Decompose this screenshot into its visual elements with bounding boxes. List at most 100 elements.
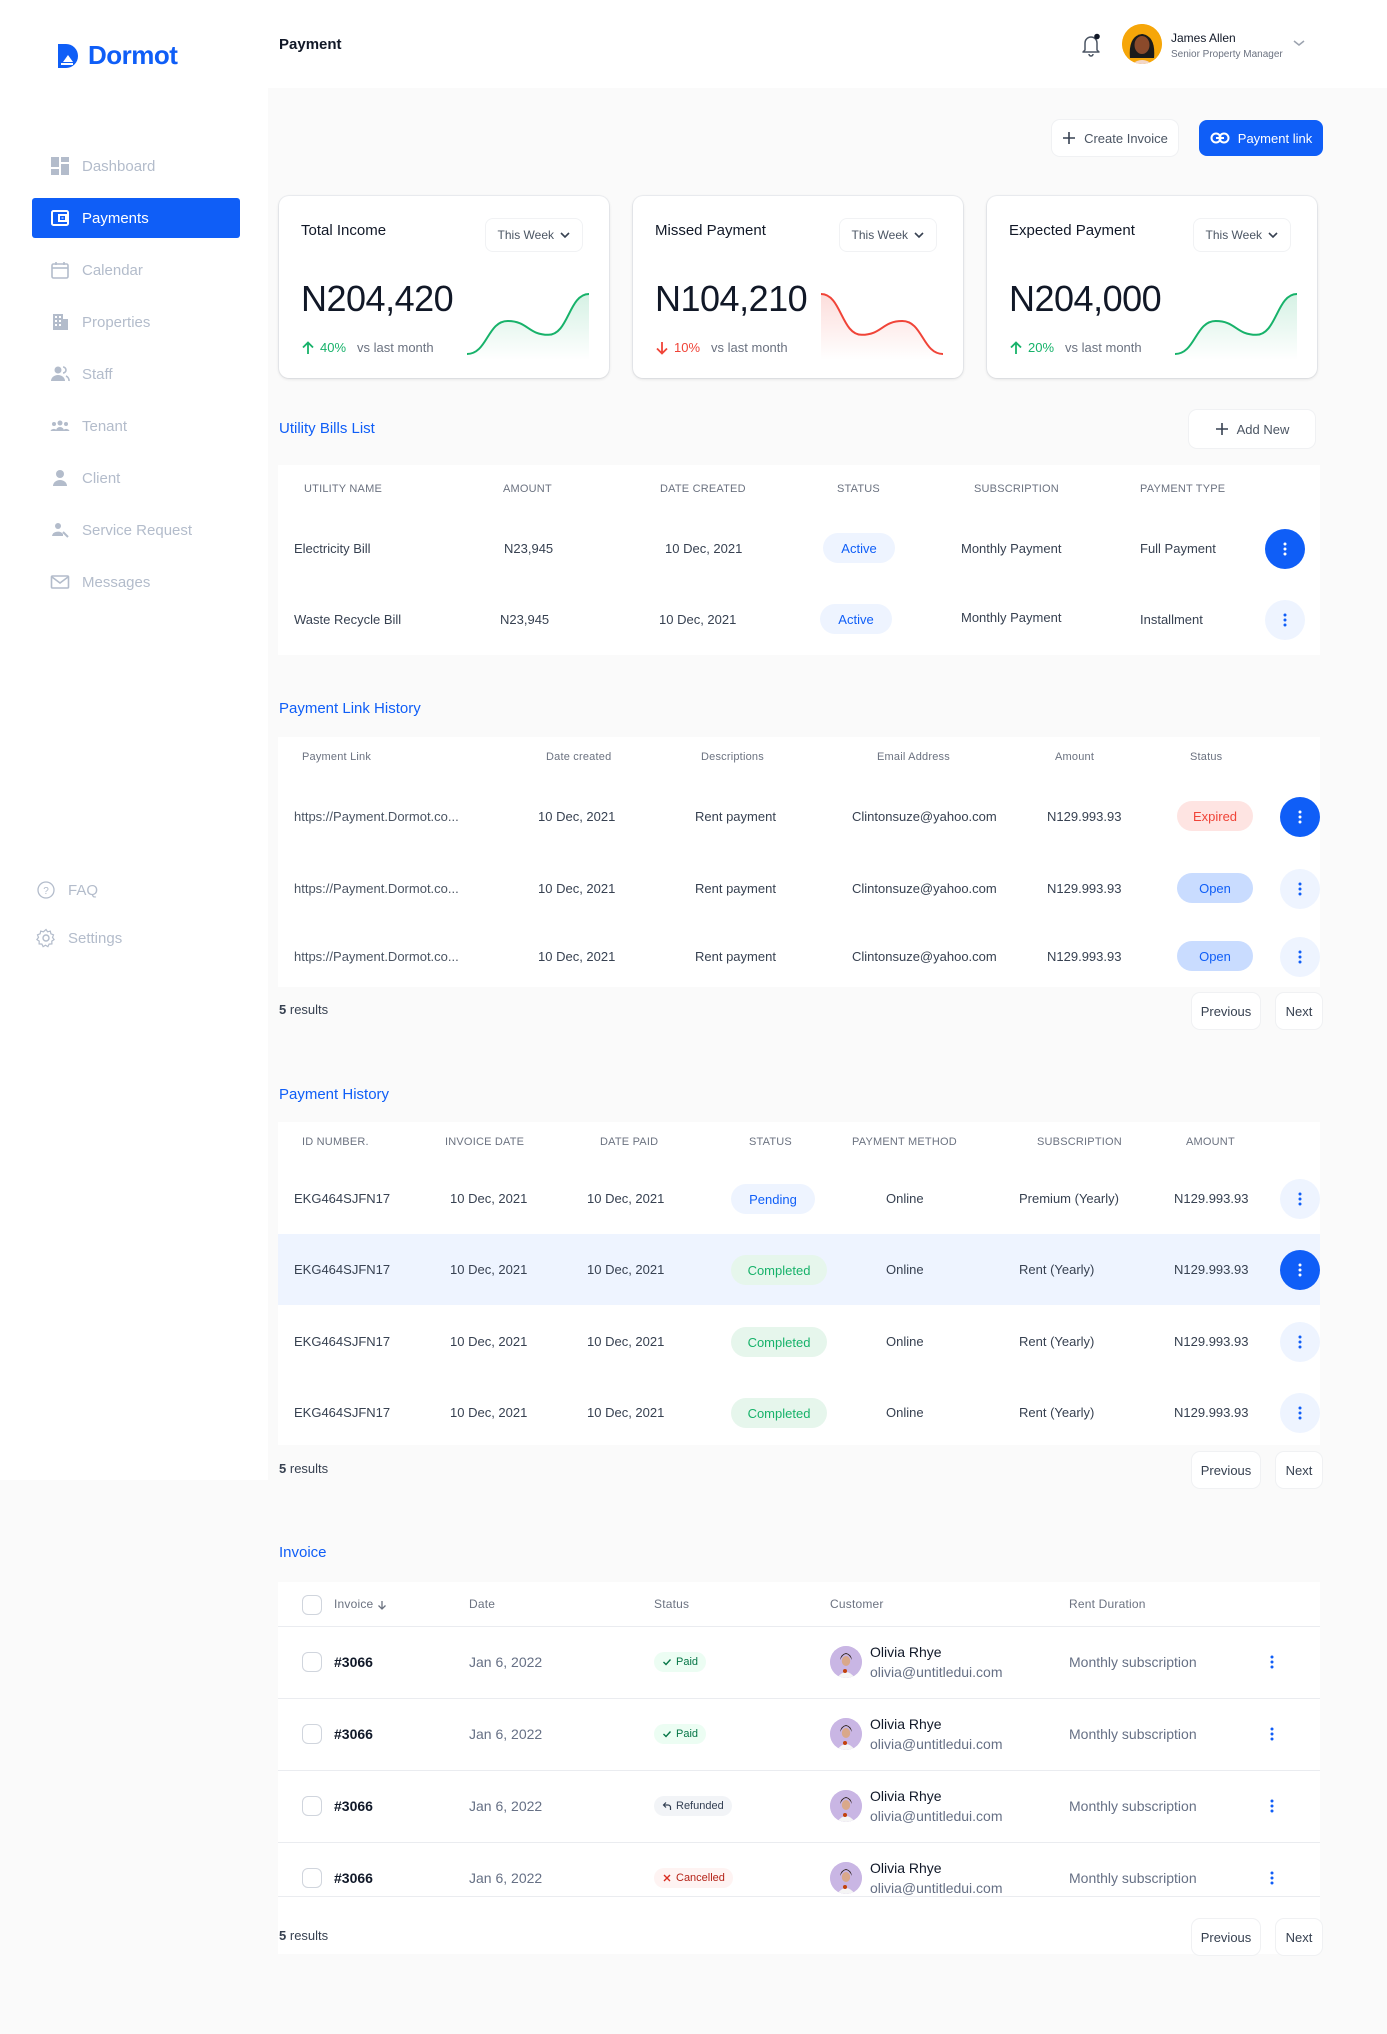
user-role: Senior Property Manager: [1171, 49, 1283, 60]
link-description: Rent payment: [695, 809, 776, 824]
customer-avatar: [830, 1790, 862, 1822]
period-dropdown[interactable]: This Week: [484, 218, 583, 252]
next-page-button[interactable]: Next: [1276, 1919, 1322, 1955]
row-menu-button[interactable]: [1280, 1322, 1320, 1362]
chevron-down-icon[interactable]: [1292, 38, 1306, 48]
customer-name: Olivia Rhye: [870, 1788, 942, 1804]
card-title: Expected Payment: [1009, 222, 1135, 239]
table-row[interactable]: https://Payment.Dormot.co... 10 Dec, 202…: [278, 781, 1320, 853]
sidebar-item-properties[interactable]: Properties: [32, 302, 240, 342]
previous-page-button[interactable]: Previous: [1192, 993, 1260, 1029]
results-number: 5: [279, 1002, 287, 1017]
row-menu-button[interactable]: [1280, 1250, 1320, 1290]
payment-link-button[interactable]: Payment link: [1199, 120, 1323, 156]
payment-link-table: Payment Link Date created Descriptions E…: [278, 737, 1320, 987]
sidebar-item-label: Payments: [82, 209, 149, 227]
utility-amount: N23,945: [500, 612, 550, 627]
table-row[interactable]: EKG464SJFN17 10 Dec, 2021 10 Dec, 2021 C…: [278, 1234, 1320, 1305]
previous-page-button[interactable]: Previous: [1192, 1919, 1260, 1955]
sidebar-item-payments[interactable]: Payments: [32, 198, 240, 238]
sparkline: [467, 293, 589, 360]
select-all-checkbox[interactable]: [302, 1595, 322, 1615]
row-checkbox[interactable]: [302, 1652, 322, 1672]
add-new-button[interactable]: Add New: [1189, 410, 1315, 448]
bell-icon[interactable]: [1080, 33, 1102, 57]
payment-id: EKG464SJFN17: [294, 1334, 391, 1349]
status-badge: Pending: [731, 1184, 815, 1214]
row-menu-button[interactable]: [1262, 1652, 1282, 1672]
table-row[interactable]: Electricity Bill N23,945 10 Dec, 2021 Ac…: [278, 513, 1320, 585]
check-icon: [663, 1731, 672, 1738]
calendar-icon: [51, 262, 69, 279]
table-row[interactable]: #3066 Jan 6, 2022 Refunded Olivia Rhye o…: [278, 1770, 1320, 1842]
brand-logo[interactable]: Dormot: [56, 40, 178, 71]
column-header: PAYMENT METHOD: [852, 1136, 957, 1148]
create-invoice-button[interactable]: Create Invoice: [1052, 120, 1178, 156]
status-badge: Expired: [1177, 801, 1253, 831]
next-page-button[interactable]: Next: [1276, 993, 1322, 1029]
row-menu-button[interactable]: [1280, 937, 1320, 977]
card-title: Total Income: [301, 222, 387, 239]
invoice-date: Jan 6, 2022: [469, 1654, 543, 1670]
row-checkbox[interactable]: [302, 1868, 322, 1888]
sidebar-item-messages[interactable]: Messages: [32, 562, 240, 602]
sidebar-item-tenant[interactable]: Tenant: [32, 406, 240, 446]
row-menu-button[interactable]: [1280, 869, 1320, 909]
table-row[interactable]: EKG464SJFN17 10 Dec, 2021 10 Dec, 2021 C…: [278, 1306, 1320, 1377]
payment-link-url[interactable]: https://Payment.Dormot.co...: [294, 949, 459, 964]
period-dropdown[interactable]: This Week: [838, 218, 937, 252]
sidebar-item-service-request[interactable]: Service Request: [32, 510, 240, 550]
row-menu-button[interactable]: [1262, 1796, 1282, 1816]
sidebar-item-calendar[interactable]: Calendar: [32, 250, 240, 290]
table-row[interactable]: #3066 Jan 6, 2022 Paid Olivia Rhye olivi…: [278, 1698, 1320, 1770]
row-menu-button[interactable]: [1265, 600, 1305, 640]
card-value: N204,420: [301, 278, 454, 319]
column-header: SUBSCRIPTION: [974, 483, 1059, 495]
row-menu-button[interactable]: [1265, 529, 1305, 569]
column-header[interactable]: Invoice: [334, 1597, 387, 1611]
payment-link-url[interactable]: https://Payment.Dormot.co...: [294, 809, 459, 824]
utility-bills-title: Utility Bills List: [279, 420, 375, 437]
mail-icon: [50, 575, 70, 589]
payment-link-url[interactable]: https://Payment.Dormot.co...: [294, 881, 459, 896]
add-new-label: Add New: [1236, 421, 1290, 437]
link-amount: N129.993.93: [1047, 949, 1122, 964]
row-checkbox[interactable]: [302, 1724, 322, 1744]
table-row[interactable]: #3066 Jan 6, 2022 Paid Olivia Rhye olivi…: [278, 1626, 1320, 1698]
row-menu-button[interactable]: [1262, 1868, 1282, 1888]
sidebar-item-client[interactable]: Client: [32, 458, 240, 498]
table-row[interactable]: EKG464SJFN17 10 Dec, 2021 10 Dec, 2021 P…: [278, 1163, 1320, 1234]
table-row[interactable]: Waste Recycle Bill N23,945 10 Dec, 2021 …: [278, 585, 1320, 655]
table-row[interactable]: https://Payment.Dormot.co... 10 Dec, 202…: [278, 853, 1320, 925]
sidebar-item-dashboard[interactable]: Dashboard: [32, 146, 240, 186]
brand-name: Dormot: [88, 40, 178, 70]
user-avatar[interactable]: [1122, 24, 1162, 64]
trend-indicator: 20% vs last month: [1009, 340, 1142, 355]
column-header: Rent Duration: [1069, 1597, 1146, 1611]
sidebar-item-label: Properties: [82, 313, 151, 331]
help-circle-icon: ?: [37, 881, 55, 899]
row-menu-button[interactable]: [1280, 1393, 1320, 1433]
row-menu-button[interactable]: [1280, 1179, 1320, 1219]
period-dropdown[interactable]: This Week: [1192, 218, 1291, 252]
sidebar-item-staff[interactable]: Staff: [32, 354, 240, 394]
status-badge: Open: [1177, 941, 1253, 971]
next-page-button[interactable]: Next: [1276, 1452, 1322, 1488]
sidebar-item-settings[interactable]: Settings: [22, 918, 230, 958]
table-header: Invoice Date Status Customer Rent Durati…: [278, 1582, 1320, 1626]
link-email: Clintonsuze@yahoo.com: [852, 809, 997, 824]
status-label: Paid: [676, 1656, 699, 1668]
arrow-up-icon: [1010, 340, 1022, 354]
more-vertical-icon: [1270, 1799, 1274, 1813]
row-menu-button[interactable]: [1280, 797, 1320, 837]
divider: [278, 1842, 1320, 1843]
table-row[interactable]: EKG464SJFN17 10 Dec, 2021 10 Dec, 2021 C…: [278, 1377, 1320, 1445]
invoice-date: Jan 6, 2022: [469, 1798, 543, 1814]
row-checkbox[interactable]: [302, 1796, 322, 1816]
sidebar-item-label: Dashboard: [82, 157, 156, 175]
sidebar-item-faq[interactable]: ? FAQ: [22, 870, 230, 910]
table-row[interactable]: #3066 Jan 6, 2022 Cancelled Olivia Rhye …: [278, 1842, 1320, 1914]
row-menu-button[interactable]: [1262, 1724, 1282, 1744]
previous-page-button[interactable]: Previous: [1192, 1452, 1260, 1488]
table-row[interactable]: https://Payment.Dormot.co... 10 Dec, 202…: [278, 925, 1320, 987]
